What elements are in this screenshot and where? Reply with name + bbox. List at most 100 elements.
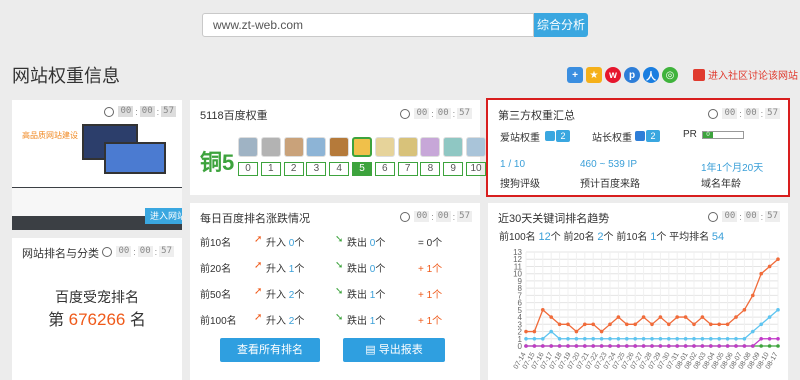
data-point[interactable] — [658, 344, 663, 348]
data-point[interactable] — [532, 336, 537, 341]
data-point[interactable] — [608, 344, 612, 348]
data-point[interactable] — [742, 336, 747, 341]
data-point[interactable] — [557, 322, 562, 327]
data-point[interactable] — [751, 293, 755, 298]
data-point[interactable] — [725, 336, 730, 341]
data-point[interactable] — [692, 322, 696, 327]
domain-search-input[interactable]: www.zt-web.com — [202, 13, 534, 37]
data-point[interactable] — [524, 344, 528, 348]
data-point[interactable] — [650, 336, 654, 341]
data-point[interactable] — [557, 336, 562, 341]
data-point[interactable] — [700, 315, 705, 319]
data-point[interactable] — [608, 322, 612, 327]
data-point[interactable] — [574, 344, 579, 348]
data-point[interactable] — [675, 315, 679, 319]
data-point[interactable] — [591, 344, 595, 348]
data-point[interactable] — [759, 322, 763, 327]
data-point[interactable] — [742, 344, 747, 348]
data-point[interactable] — [650, 344, 654, 348]
weibo-icon[interactable]: w — [605, 67, 621, 83]
data-point[interactable] — [608, 336, 612, 341]
data-point[interactable] — [717, 322, 721, 327]
data-point[interactable] — [675, 344, 679, 348]
data-point[interactable] — [767, 336, 772, 341]
data-point[interactable] — [776, 336, 780, 341]
data-point[interactable] — [767, 315, 772, 319]
data-point[interactable] — [549, 329, 553, 334]
add-icon[interactable]: + — [567, 67, 583, 83]
export-report-button[interactable]: ▤ 导出报表 — [343, 338, 445, 362]
data-point[interactable] — [650, 322, 654, 327]
data-point[interactable] — [583, 336, 587, 341]
data-point[interactable] — [658, 336, 663, 341]
data-point[interactable] — [759, 271, 763, 276]
data-point[interactable] — [566, 344, 570, 348]
data-point[interactable] — [616, 315, 621, 319]
data-point[interactable] — [717, 336, 721, 341]
view-all-rankings-button[interactable]: 查看所有排名 — [220, 338, 320, 362]
community-link[interactable]: 进入社区讨论该网站 — [693, 67, 798, 82]
data-point[interactable] — [734, 336, 738, 341]
data-point[interactable] — [759, 336, 763, 341]
data-point[interactable] — [541, 336, 545, 341]
data-point[interactable] — [566, 322, 570, 327]
data-point[interactable] — [625, 322, 629, 327]
data-point[interactable] — [742, 308, 747, 312]
data-point[interactable] — [616, 336, 621, 341]
data-point[interactable] — [599, 336, 604, 341]
data-point[interactable] — [641, 344, 646, 348]
data-point[interactable] — [667, 322, 671, 327]
data-point[interactable] — [776, 344, 780, 348]
data-point[interactable] — [776, 257, 780, 262]
data-point[interactable] — [683, 344, 688, 348]
data-point[interactable] — [583, 344, 587, 348]
data-point[interactable] — [776, 308, 780, 312]
data-point[interactable] — [625, 344, 629, 348]
data-point[interactable] — [633, 322, 637, 327]
data-point[interactable] — [566, 336, 570, 341]
data-point[interactable] — [574, 329, 579, 334]
data-point[interactable] — [574, 336, 579, 341]
data-point[interactable] — [599, 329, 604, 334]
data-point[interactable] — [675, 336, 679, 341]
data-point[interactable] — [700, 336, 705, 341]
data-point[interactable] — [591, 322, 595, 327]
data-point[interactable] — [541, 344, 545, 348]
data-point[interactable] — [667, 336, 671, 341]
data-point[interactable] — [683, 336, 688, 341]
data-point[interactable] — [549, 344, 553, 348]
data-point[interactable] — [700, 344, 705, 348]
baidu-icon[interactable]: p — [624, 67, 640, 83]
wechat-icon[interactable]: ◎ — [662, 67, 678, 83]
data-point[interactable] — [734, 344, 738, 348]
data-point[interactable] — [767, 264, 772, 269]
data-point[interactable] — [658, 315, 663, 319]
data-point[interactable] — [692, 344, 696, 348]
data-point[interactable] — [751, 329, 755, 334]
data-point[interactable] — [717, 344, 721, 348]
data-point[interactable] — [616, 344, 621, 348]
data-point[interactable] — [524, 336, 528, 341]
data-point[interactable] — [725, 344, 730, 348]
data-point[interactable] — [591, 336, 595, 341]
data-point[interactable] — [633, 344, 637, 348]
data-point[interactable] — [532, 329, 537, 334]
data-point[interactable] — [583, 322, 587, 327]
data-point[interactable] — [751, 344, 755, 348]
data-point[interactable] — [633, 336, 637, 341]
data-point[interactable] — [641, 315, 646, 319]
data-point[interactable] — [641, 336, 646, 341]
data-point[interactable] — [524, 329, 528, 334]
data-point[interactable] — [734, 315, 738, 319]
renren-icon[interactable]: 人 — [643, 67, 659, 83]
data-point[interactable] — [759, 344, 763, 348]
analyze-button[interactable]: 综合分析 — [534, 13, 588, 37]
data-point[interactable] — [709, 322, 713, 327]
data-point[interactable] — [532, 344, 537, 348]
data-point[interactable] — [667, 344, 671, 348]
data-point[interactable] — [709, 344, 713, 348]
data-point[interactable] — [725, 322, 730, 327]
data-point[interactable] — [549, 315, 553, 319]
data-point[interactable] — [767, 344, 772, 348]
enter-site-button[interactable]: 进入网站 — [145, 208, 182, 224]
